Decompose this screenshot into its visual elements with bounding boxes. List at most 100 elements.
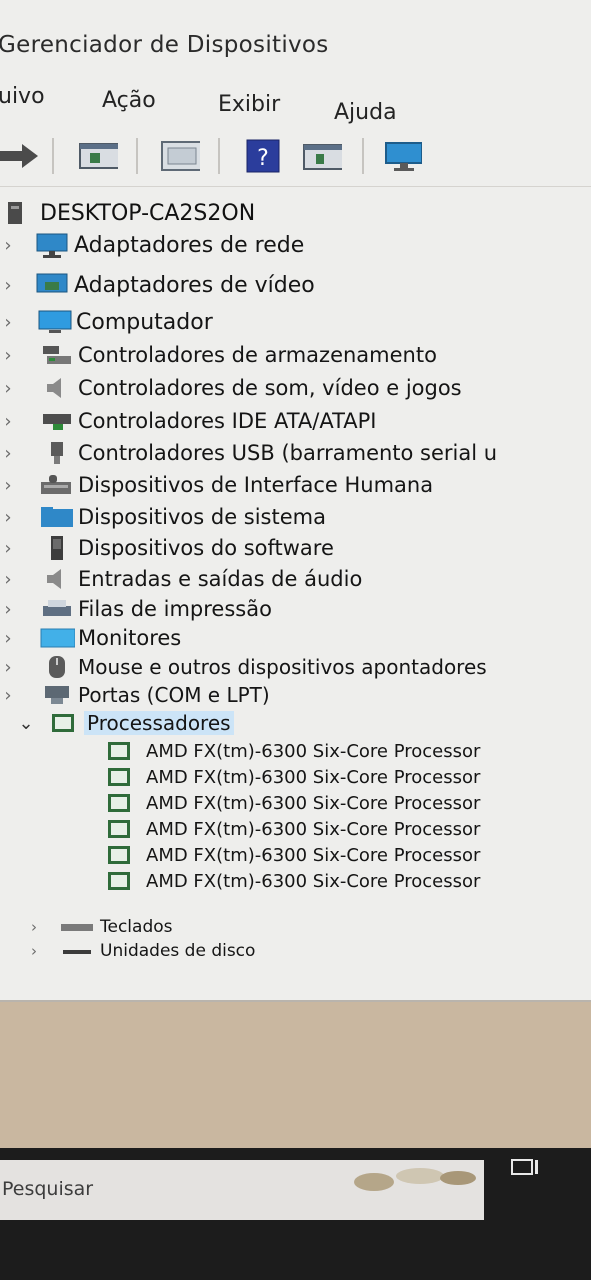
tree-root[interactable]: DESKTOP-CA2S2ON xyxy=(0,198,591,228)
processor-icon xyxy=(100,868,138,894)
chevron-right-icon[interactable]: › xyxy=(0,569,16,590)
processor-item[interactable]: AMD FX(tm)-6300 Six-Core Processor xyxy=(100,866,580,896)
folder-system-icon xyxy=(38,504,76,530)
tree-item-label: Processadores xyxy=(84,711,234,735)
tree-item-computer[interactable]: › Computador xyxy=(0,307,591,337)
chevron-right-icon[interactable]: › xyxy=(0,345,16,366)
monitor-icon xyxy=(38,625,76,651)
mouse-icon xyxy=(38,654,76,680)
processor-label: AMD FX(tm)-6300 Six-Core Processor xyxy=(146,766,481,788)
tree-item-hid[interactable]: › Dispositivos de Interface Humana xyxy=(0,470,591,500)
speaker-icon xyxy=(38,375,76,401)
menu-help[interactable]: Ajuda xyxy=(334,100,397,125)
monitor-scan-icon[interactable] xyxy=(382,138,422,174)
chevron-right-icon[interactable]: › xyxy=(26,942,42,960)
monitor-icon xyxy=(36,309,74,335)
chevron-right-icon[interactable]: › xyxy=(0,475,16,496)
tree-item-ports[interactable]: › Portas (COM e LPT) xyxy=(0,680,591,710)
processor-label: AMD FX(tm)-6300 Six-Core Processor xyxy=(146,818,481,840)
speaker-icon xyxy=(38,566,76,592)
chevron-right-icon[interactable]: › xyxy=(0,312,16,333)
menu-action[interactable]: Ação xyxy=(102,88,156,113)
processor-icon xyxy=(100,790,138,816)
processor-icon xyxy=(100,764,138,790)
tree-item-label: Controladores de armazenamento xyxy=(78,343,437,367)
tree-item-sound-video-game[interactable]: › Controladores de som, vídeo e jogos xyxy=(0,373,591,403)
device-tree: DESKTOP-CA2S2ON › Adaptadores de rede › … xyxy=(0,190,591,980)
menu-file[interactable]: uivo xyxy=(0,84,45,109)
chevron-right-icon[interactable]: › xyxy=(0,275,16,296)
taskbar-search-box[interactable]: Pesquisar xyxy=(0,1160,484,1220)
tree-item-mice[interactable]: › Mouse e outros dispositivos apontadore… xyxy=(0,652,591,682)
cortana-graphic-icon xyxy=(350,1164,480,1192)
tree-item-display-adapters[interactable]: › Adaptadores de vídeo xyxy=(0,270,591,300)
tree-item-label: Mouse e outros dispositivos apontadores xyxy=(78,655,487,679)
chevron-right-icon[interactable]: › xyxy=(0,507,16,528)
tree-item-disk-drives[interactable]: › Unidades de disco xyxy=(26,936,566,966)
tree-item-label: Computador xyxy=(76,309,213,335)
processor-icon xyxy=(100,738,138,764)
tree-item-label: Controladores USB (barramento serial u xyxy=(78,441,498,465)
processor-icon xyxy=(44,710,82,736)
port-icon xyxy=(38,682,76,708)
processor-icon xyxy=(100,816,138,842)
tree-item-label: Teclados xyxy=(100,917,173,937)
svg-text:?: ? xyxy=(257,146,269,171)
processor-label: AMD FX(tm)-6300 Six-Core Processor xyxy=(146,740,481,762)
task-view-icon[interactable] xyxy=(506,1153,546,1183)
computer-icon xyxy=(0,200,40,226)
chevron-right-icon[interactable]: › xyxy=(0,378,16,399)
tree-item-ide-ata-atapi[interactable]: › Controladores IDE ATA/ATAPI xyxy=(0,406,591,436)
chevron-down-icon[interactable]: ⌄ xyxy=(18,713,34,734)
help-icon[interactable]: ? xyxy=(243,138,283,174)
processor-label: AMD FX(tm)-6300 Six-Core Processor xyxy=(146,792,481,814)
device-manager-window: Gerenciador de Dispositivos uivo Ação Ex… xyxy=(0,0,591,1002)
tree-item-label: Adaptadores de vídeo xyxy=(74,272,315,298)
chevron-right-icon[interactable]: › xyxy=(0,411,16,432)
network-adapter-icon xyxy=(34,232,72,258)
chevron-right-icon[interactable]: › xyxy=(0,599,16,620)
ide-controller-icon xyxy=(38,408,76,434)
tree-item-label: Unidades de disco xyxy=(100,941,256,961)
tree-item-audio-io[interactable]: › Entradas e saídas de áudio xyxy=(0,564,591,594)
window-title: Gerenciador de Dispositivos xyxy=(0,32,329,58)
tree-item-label: Monitores xyxy=(78,626,182,650)
keyboard-mouse-icon xyxy=(38,472,76,498)
menu-view[interactable]: Exibir xyxy=(218,92,280,117)
toolbar: ? xyxy=(0,128,591,187)
search-placeholder: Pesquisar xyxy=(2,1178,94,1200)
forward-icon[interactable] xyxy=(0,138,40,174)
printer-icon xyxy=(38,596,76,622)
root-label: DESKTOP-CA2S2ON xyxy=(40,200,256,226)
tree-item-system-devices[interactable]: › Dispositivos de sistema xyxy=(0,502,591,532)
title-bar[interactable]: Gerenciador de Dispositivos xyxy=(0,10,591,65)
chevron-right-icon[interactable]: › xyxy=(0,443,16,464)
tree-item-label: Controladores de som, vídeo e jogos xyxy=(78,376,462,400)
tree-item-network-adapters[interactable]: › Adaptadores de rede xyxy=(0,230,591,260)
tree-item-label: Portas (COM e LPT) xyxy=(78,683,270,707)
processor-label: AMD FX(tm)-6300 Six-Core Processor xyxy=(146,844,481,866)
chevron-right-icon[interactable]: › xyxy=(0,685,16,706)
tree-item-label: Entradas e saídas de áudio xyxy=(78,567,363,591)
chevron-right-icon[interactable]: › xyxy=(0,235,16,256)
tree-item-processors[interactable]: ⌄ Processadores xyxy=(0,708,591,738)
chevron-right-icon[interactable]: › xyxy=(0,538,16,559)
chevron-right-icon[interactable]: › xyxy=(26,918,42,936)
device-view-icon[interactable] xyxy=(302,138,342,174)
chevron-right-icon[interactable]: › xyxy=(0,657,16,678)
tree-item-usb-controllers[interactable]: › Controladores USB (barramento serial u xyxy=(0,438,591,468)
software-device-icon xyxy=(38,535,76,561)
tree-item-label: Dispositivos de sistema xyxy=(78,505,326,529)
chevron-right-icon[interactable]: › xyxy=(0,628,16,649)
tree-item-label: Dispositivos de Interface Humana xyxy=(78,473,434,497)
tree-item-software-devices[interactable]: › Dispositivos do software xyxy=(0,533,591,563)
storage-controller-icon xyxy=(38,342,76,368)
tree-item-storage-controllers[interactable]: › Controladores de armazenamento xyxy=(0,340,591,370)
tree-item-monitors[interactable]: › Monitores xyxy=(0,623,591,653)
tree-item-label: Dispositivos do software xyxy=(78,536,334,560)
menu-bar: uivo Ação Exibir Ajuda xyxy=(0,78,591,128)
processor-icon xyxy=(100,842,138,868)
update-driver-icon[interactable] xyxy=(160,138,200,174)
tree-item-print-queues[interactable]: › Filas de impressão xyxy=(0,594,591,624)
properties-icon[interactable] xyxy=(78,138,118,174)
